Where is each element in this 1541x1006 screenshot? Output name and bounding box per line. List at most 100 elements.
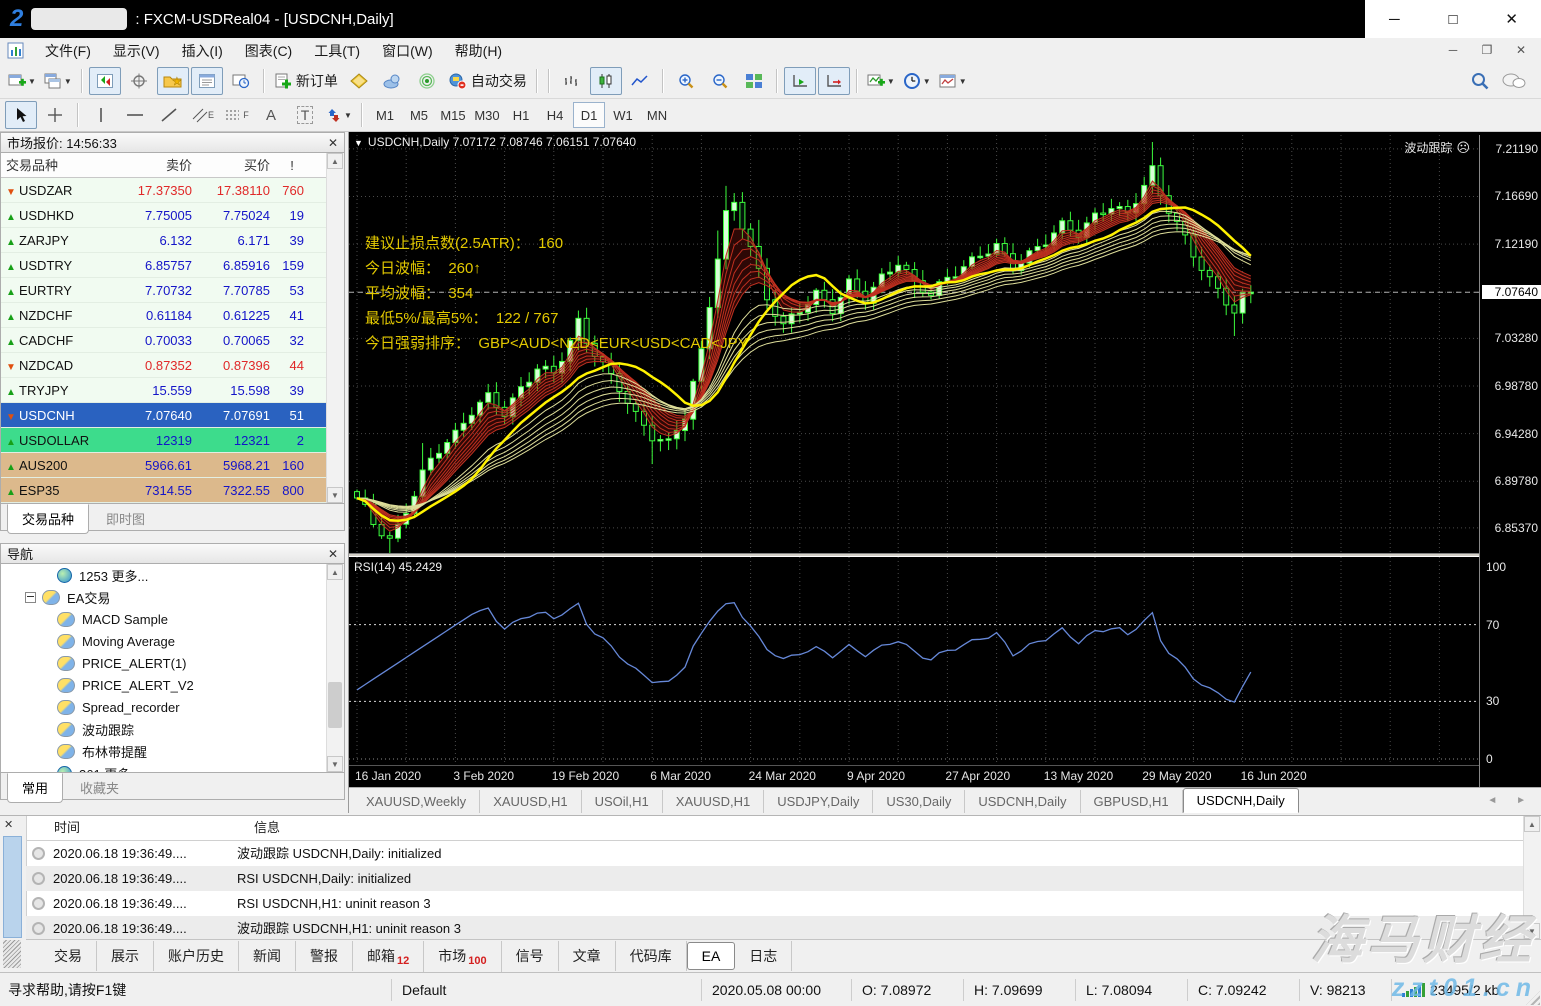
tree-collapse-icon[interactable]: [25, 591, 36, 603]
chart-tab[interactable]: USDCNH,Daily: [1182, 788, 1299, 813]
terminal-tab[interactable]: 新闻: [239, 941, 296, 972]
col-ask[interactable]: 买价: [197, 153, 275, 178]
market-watch-row[interactable]: USDTRY 6.85757 6.85916 159: [1, 253, 344, 278]
navigator-item[interactable]: 波动跟踪: [1, 718, 344, 740]
menu-item[interactable]: 窗口(W): [371, 38, 444, 64]
timeframe-button[interactable]: M5: [403, 102, 435, 128]
terminal-side-scrollbar[interactable]: [3, 836, 22, 938]
market-watch-row[interactable]: EURTRY 7.70732 7.70785 53: [1, 278, 344, 303]
new-chart-button[interactable]: ▼: [5, 67, 39, 95]
periods-button[interactable]: ▼: [900, 67, 934, 95]
navigator-item[interactable]: EA交易: [1, 586, 344, 608]
rsi-subchart[interactable]: [349, 557, 1479, 762]
navigator-tab[interactable]: 收藏夹: [65, 773, 134, 803]
scroll-thumb[interactable]: [328, 682, 342, 728]
col-bid[interactable]: 卖价: [117, 153, 197, 178]
navigator-tab[interactable]: 常用: [7, 773, 64, 803]
collapsed-panel-handle[interactable]: [3, 940, 21, 968]
terminal-tab[interactable]: 市场 100: [424, 940, 502, 973]
log-row[interactable]: 2020.06.18 19:36:49.... RSI USDCNH,H1: u…: [26, 891, 1524, 916]
minimize-button[interactable]: ─: [1365, 0, 1424, 38]
market-watch-tab[interactable]: 交易品种: [7, 504, 90, 534]
collapse-triangle-icon[interactable]: ▼: [354, 138, 363, 148]
terminal-tab[interactable]: 交易: [40, 941, 97, 972]
market-watch-row[interactable]: ZARJPY 6.132 6.171 39: [1, 228, 344, 253]
text-tool[interactable]: A: [255, 101, 287, 129]
col-message[interactable]: 信息: [254, 816, 280, 840]
col-symbol[interactable]: 交易品种: [1, 153, 117, 178]
timeframe-button[interactable]: H1: [505, 102, 537, 128]
col-time[interactable]: 时间: [26, 816, 254, 840]
market-watch-row[interactable]: USDHKD 7.75005 7.75024 19: [1, 203, 344, 228]
vertical-line-tool[interactable]: [85, 101, 117, 129]
crosshair-tool[interactable]: [39, 101, 71, 129]
community-chat-button[interactable]: [1498, 67, 1530, 95]
navigator-item[interactable]: PRICE_ALERT(1): [1, 652, 344, 674]
trendline-tool[interactable]: [153, 101, 185, 129]
tab-scroll-arrows[interactable]: ◄ ►: [1487, 795, 1534, 806]
indicators-button[interactable]: ▼: [864, 67, 898, 95]
timeframe-button[interactable]: M1: [369, 102, 401, 128]
navigator-item[interactable]: PRICE_ALERT_V2: [1, 674, 344, 696]
chart-tab[interactable]: US30,Daily: [873, 790, 966, 813]
market-watch-row[interactable]: NZDCAD 0.87352 0.87396 44: [1, 353, 344, 378]
terminal-tab[interactable]: 信号: [502, 941, 559, 972]
fibonacci-tool[interactable]: F: [221, 101, 253, 129]
auto-scroll-button[interactable]: [783, 67, 816, 95]
chart-tab[interactable]: USOil,H1: [582, 790, 663, 813]
close-icon[interactable]: ✕: [328, 547, 338, 561]
channel-tool[interactable]: E: [187, 101, 219, 129]
child-close-button[interactable]: ✕: [1511, 41, 1531, 59]
chart-tab[interactable]: USDJPY,Daily: [764, 790, 874, 813]
scroll-down-icon[interactable]: ▼: [327, 487, 343, 503]
terminal-tab[interactable]: 账户历史: [154, 941, 239, 972]
child-minimize-button[interactable]: ─: [1443, 41, 1463, 59]
zoom-in-button[interactable]: [670, 67, 702, 95]
navigator-item[interactable]: Spread_recorder: [1, 696, 344, 718]
market-watch-row[interactable]: AUS200 5966.61 5968.21 160: [1, 453, 344, 478]
time-axis[interactable]: 16 Jan 2020 3 Feb 2020 19 Feb 2020 6 Mar 20…: [349, 765, 1479, 788]
log-row[interactable]: 2020.06.18 19:36:49.... 波动跟踪 USDCNH,Dail…: [26, 841, 1524, 866]
data-window-button[interactable]: [123, 67, 155, 95]
scroll-up-icon[interactable]: ▲: [327, 153, 343, 169]
chart-tab[interactable]: XAUUSD,Weekly: [353, 790, 481, 813]
maximize-button[interactable]: □: [1424, 0, 1483, 38]
market-watch-row[interactable]: ESP35 7314.55 7322.55 800: [1, 478, 344, 503]
market-watch-row[interactable]: CADCHF 0.70033 0.70065 32: [1, 328, 344, 353]
auto-trading-button[interactable]: 自动交易: [445, 67, 530, 95]
timeframe-button[interactable]: M30: [471, 102, 503, 128]
market-watch-toggle[interactable]: [88, 67, 121, 95]
col-spread[interactable]: !: [275, 153, 309, 178]
search-button[interactable]: [1464, 67, 1496, 95]
timeframe-button[interactable]: M15: [437, 102, 469, 128]
close-button[interactable]: ✕: [1482, 0, 1541, 38]
chart-tab[interactable]: GBPUSD,H1: [1081, 790, 1183, 813]
horizontal-line-tool[interactable]: [119, 101, 151, 129]
terminal-tab[interactable]: 日志: [735, 941, 793, 972]
market-watch-scrollbar[interactable]: ▲ ▼: [326, 153, 344, 503]
navigator-item[interactable]: MACD Sample: [1, 608, 344, 630]
cursor-tool[interactable]: [5, 101, 37, 129]
profiles-button[interactable]: ▼: [41, 67, 75, 95]
market-watch-tab[interactable]: 即时图: [91, 504, 160, 534]
navigator-item[interactable]: 布林带提醒: [1, 740, 344, 762]
strategy-tester-button[interactable]: [225, 67, 257, 95]
log-row[interactable]: 2020.06.18 19:36:49.... RSI USDCNH,Daily…: [26, 866, 1524, 891]
templates-button[interactable]: ▼: [936, 67, 970, 95]
bar-chart-mode-button[interactable]: [556, 67, 588, 95]
timeframe-button[interactable]: D1: [573, 102, 605, 128]
close-icon[interactable]: ✕: [4, 818, 13, 831]
market-watch-row[interactable]: USDCNH 7.07640 7.07691 51: [1, 403, 344, 428]
tile-windows-button[interactable]: [738, 67, 770, 95]
terminal-toggle[interactable]: [190, 67, 223, 95]
menu-item[interactable]: 显示(V): [102, 38, 171, 64]
navigator-item[interactable]: 361 更多...: [1, 762, 344, 772]
scroll-up-icon[interactable]: ▲: [327, 564, 343, 580]
timeframe-button[interactable]: H4: [539, 102, 571, 128]
market-watch-row[interactable]: TRYJPY 15.559 15.598 39: [1, 378, 344, 403]
arrows-tool[interactable]: ▼: [323, 101, 355, 129]
navigator-item[interactable]: Moving Average: [1, 630, 344, 652]
scroll-up-icon[interactable]: ▲: [1524, 816, 1540, 832]
close-icon[interactable]: ✕: [328, 136, 338, 150]
terminal-tab[interactable]: EA: [686, 942, 736, 971]
